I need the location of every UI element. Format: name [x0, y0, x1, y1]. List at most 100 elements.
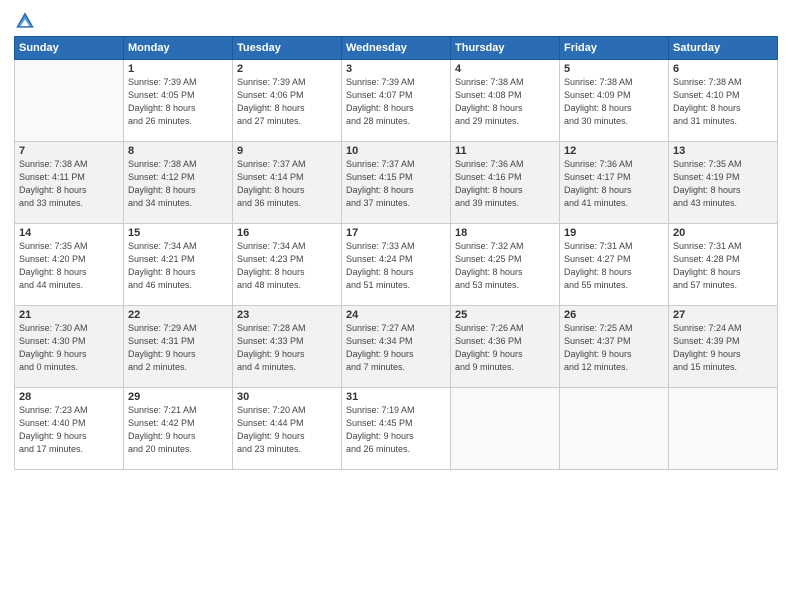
- calendar-cell: [560, 388, 669, 470]
- day-info: Sunrise: 7:32 AM Sunset: 4:25 PM Dayligh…: [455, 240, 555, 292]
- calendar-cell: [15, 60, 124, 142]
- calendar-cell: 3Sunrise: 7:39 AM Sunset: 4:07 PM Daylig…: [342, 60, 451, 142]
- calendar-week-row: 7Sunrise: 7:38 AM Sunset: 4:11 PM Daylig…: [15, 142, 778, 224]
- day-number: 16: [237, 227, 337, 239]
- day-info: Sunrise: 7:36 AM Sunset: 4:16 PM Dayligh…: [455, 158, 555, 210]
- day-number: 22: [128, 309, 228, 321]
- weekday-header: Tuesday: [233, 37, 342, 60]
- day-info: Sunrise: 7:30 AM Sunset: 4:30 PM Dayligh…: [19, 322, 119, 374]
- day-info: Sunrise: 7:24 AM Sunset: 4:39 PM Dayligh…: [673, 322, 773, 374]
- day-info: Sunrise: 7:27 AM Sunset: 4:34 PM Dayligh…: [346, 322, 446, 374]
- day-info: Sunrise: 7:35 AM Sunset: 4:19 PM Dayligh…: [673, 158, 773, 210]
- calendar-week-row: 14Sunrise: 7:35 AM Sunset: 4:20 PM Dayli…: [15, 224, 778, 306]
- calendar-cell: 31Sunrise: 7:19 AM Sunset: 4:45 PM Dayli…: [342, 388, 451, 470]
- calendar-cell: 30Sunrise: 7:20 AM Sunset: 4:44 PM Dayli…: [233, 388, 342, 470]
- day-info: Sunrise: 7:21 AM Sunset: 4:42 PM Dayligh…: [128, 404, 228, 456]
- calendar-cell: 7Sunrise: 7:38 AM Sunset: 4:11 PM Daylig…: [15, 142, 124, 224]
- day-number: 15: [128, 227, 228, 239]
- day-info: Sunrise: 7:31 AM Sunset: 4:27 PM Dayligh…: [564, 240, 664, 292]
- day-number: 21: [19, 309, 119, 321]
- calendar-cell: 28Sunrise: 7:23 AM Sunset: 4:40 PM Dayli…: [15, 388, 124, 470]
- day-number: 30: [237, 391, 337, 403]
- day-info: Sunrise: 7:38 AM Sunset: 4:12 PM Dayligh…: [128, 158, 228, 210]
- calendar-week-row: 21Sunrise: 7:30 AM Sunset: 4:30 PM Dayli…: [15, 306, 778, 388]
- calendar-cell: 10Sunrise: 7:37 AM Sunset: 4:15 PM Dayli…: [342, 142, 451, 224]
- day-info: Sunrise: 7:36 AM Sunset: 4:17 PM Dayligh…: [564, 158, 664, 210]
- calendar-cell: 17Sunrise: 7:33 AM Sunset: 4:24 PM Dayli…: [342, 224, 451, 306]
- weekday-header: Sunday: [15, 37, 124, 60]
- day-info: Sunrise: 7:39 AM Sunset: 4:05 PM Dayligh…: [128, 76, 228, 128]
- calendar-cell: 21Sunrise: 7:30 AM Sunset: 4:30 PM Dayli…: [15, 306, 124, 388]
- day-info: Sunrise: 7:38 AM Sunset: 4:11 PM Dayligh…: [19, 158, 119, 210]
- day-info: Sunrise: 7:39 AM Sunset: 4:07 PM Dayligh…: [346, 76, 446, 128]
- logo-icon: [14, 10, 36, 32]
- day-info: Sunrise: 7:19 AM Sunset: 4:45 PM Dayligh…: [346, 404, 446, 456]
- day-number: 1: [128, 63, 228, 75]
- day-info: Sunrise: 7:20 AM Sunset: 4:44 PM Dayligh…: [237, 404, 337, 456]
- day-info: Sunrise: 7:34 AM Sunset: 4:21 PM Dayligh…: [128, 240, 228, 292]
- day-number: 23: [237, 309, 337, 321]
- calendar-week-row: 28Sunrise: 7:23 AM Sunset: 4:40 PM Dayli…: [15, 388, 778, 470]
- calendar-cell: 13Sunrise: 7:35 AM Sunset: 4:19 PM Dayli…: [669, 142, 778, 224]
- weekday-header: Monday: [124, 37, 233, 60]
- calendar-cell: 25Sunrise: 7:26 AM Sunset: 4:36 PM Dayli…: [451, 306, 560, 388]
- calendar-cell: 4Sunrise: 7:38 AM Sunset: 4:08 PM Daylig…: [451, 60, 560, 142]
- day-number: 12: [564, 145, 664, 157]
- day-number: 17: [346, 227, 446, 239]
- day-info: Sunrise: 7:28 AM Sunset: 4:33 PM Dayligh…: [237, 322, 337, 374]
- weekday-header: Wednesday: [342, 37, 451, 60]
- day-number: 24: [346, 309, 446, 321]
- day-number: 20: [673, 227, 773, 239]
- calendar-cell: 22Sunrise: 7:29 AM Sunset: 4:31 PM Dayli…: [124, 306, 233, 388]
- day-number: 2: [237, 63, 337, 75]
- calendar-cell: 15Sunrise: 7:34 AM Sunset: 4:21 PM Dayli…: [124, 224, 233, 306]
- day-info: Sunrise: 7:39 AM Sunset: 4:06 PM Dayligh…: [237, 76, 337, 128]
- weekday-header: Thursday: [451, 37, 560, 60]
- day-info: Sunrise: 7:31 AM Sunset: 4:28 PM Dayligh…: [673, 240, 773, 292]
- day-number: 10: [346, 145, 446, 157]
- calendar-cell: 14Sunrise: 7:35 AM Sunset: 4:20 PM Dayli…: [15, 224, 124, 306]
- calendar-cell: 1Sunrise: 7:39 AM Sunset: 4:05 PM Daylig…: [124, 60, 233, 142]
- day-number: 3: [346, 63, 446, 75]
- calendar-cell: 16Sunrise: 7:34 AM Sunset: 4:23 PM Dayli…: [233, 224, 342, 306]
- day-info: Sunrise: 7:25 AM Sunset: 4:37 PM Dayligh…: [564, 322, 664, 374]
- day-number: 19: [564, 227, 664, 239]
- day-info: Sunrise: 7:33 AM Sunset: 4:24 PM Dayligh…: [346, 240, 446, 292]
- day-info: Sunrise: 7:38 AM Sunset: 4:10 PM Dayligh…: [673, 76, 773, 128]
- day-number: 31: [346, 391, 446, 403]
- calendar-cell: 8Sunrise: 7:38 AM Sunset: 4:12 PM Daylig…: [124, 142, 233, 224]
- day-info: Sunrise: 7:37 AM Sunset: 4:14 PM Dayligh…: [237, 158, 337, 210]
- calendar-cell: 23Sunrise: 7:28 AM Sunset: 4:33 PM Dayli…: [233, 306, 342, 388]
- logo: [14, 10, 38, 32]
- calendar-week-row: 1Sunrise: 7:39 AM Sunset: 4:05 PM Daylig…: [15, 60, 778, 142]
- calendar-cell: 29Sunrise: 7:21 AM Sunset: 4:42 PM Dayli…: [124, 388, 233, 470]
- calendar-cell: [669, 388, 778, 470]
- day-info: Sunrise: 7:34 AM Sunset: 4:23 PM Dayligh…: [237, 240, 337, 292]
- calendar-cell: 19Sunrise: 7:31 AM Sunset: 4:27 PM Dayli…: [560, 224, 669, 306]
- calendar-cell: 20Sunrise: 7:31 AM Sunset: 4:28 PM Dayli…: [669, 224, 778, 306]
- day-info: Sunrise: 7:26 AM Sunset: 4:36 PM Dayligh…: [455, 322, 555, 374]
- calendar-cell: 12Sunrise: 7:36 AM Sunset: 4:17 PM Dayli…: [560, 142, 669, 224]
- page-header: [14, 10, 778, 32]
- day-info: Sunrise: 7:29 AM Sunset: 4:31 PM Dayligh…: [128, 322, 228, 374]
- weekday-header-row: SundayMondayTuesdayWednesdayThursdayFrid…: [15, 37, 778, 60]
- weekday-header: Saturday: [669, 37, 778, 60]
- day-number: 5: [564, 63, 664, 75]
- calendar-cell: 6Sunrise: 7:38 AM Sunset: 4:10 PM Daylig…: [669, 60, 778, 142]
- calendar-table: SundayMondayTuesdayWednesdayThursdayFrid…: [14, 36, 778, 470]
- day-number: 7: [19, 145, 119, 157]
- weekday-header: Friday: [560, 37, 669, 60]
- day-number: 27: [673, 309, 773, 321]
- calendar-cell: [451, 388, 560, 470]
- day-info: Sunrise: 7:37 AM Sunset: 4:15 PM Dayligh…: [346, 158, 446, 210]
- day-info: Sunrise: 7:38 AM Sunset: 4:08 PM Dayligh…: [455, 76, 555, 128]
- day-number: 14: [19, 227, 119, 239]
- calendar-cell: 9Sunrise: 7:37 AM Sunset: 4:14 PM Daylig…: [233, 142, 342, 224]
- day-number: 18: [455, 227, 555, 239]
- day-number: 4: [455, 63, 555, 75]
- day-number: 28: [19, 391, 119, 403]
- calendar-cell: 18Sunrise: 7:32 AM Sunset: 4:25 PM Dayli…: [451, 224, 560, 306]
- day-info: Sunrise: 7:35 AM Sunset: 4:20 PM Dayligh…: [19, 240, 119, 292]
- calendar-cell: 26Sunrise: 7:25 AM Sunset: 4:37 PM Dayli…: [560, 306, 669, 388]
- day-number: 25: [455, 309, 555, 321]
